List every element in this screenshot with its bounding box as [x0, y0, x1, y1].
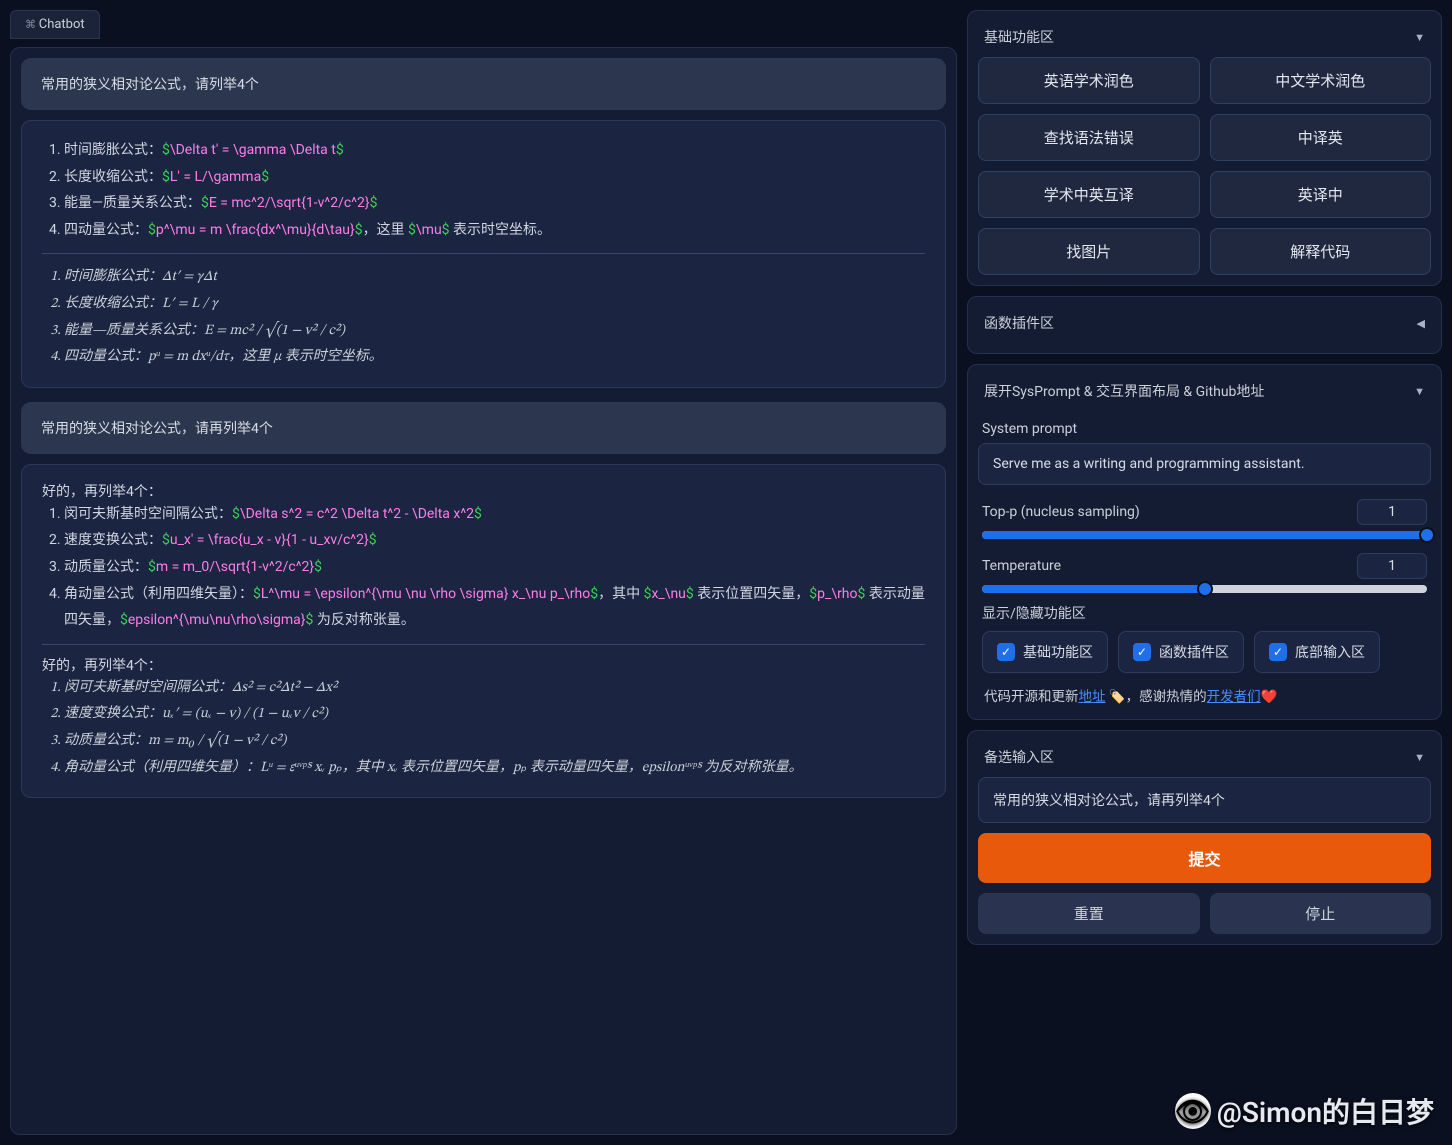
checkbox-label: 底部输入区 [1295, 642, 1365, 662]
formula-rendered-item: 时间膨胀公式：Δt′ = γΔt [64, 264, 925, 291]
repo-link[interactable]: 地址 [1079, 689, 1106, 705]
alt-input-textarea[interactable]: 常用的狭义相对论公式，请再列举4个 [978, 777, 1431, 823]
basic-action-button[interactable]: 查找语法错误 [978, 114, 1200, 161]
section-expand: 展开SysPrompt & 交互界面布局 & Github地址 ▼ System… [967, 364, 1442, 720]
chevron-down-icon: ▼ [1414, 751, 1425, 764]
weibo-eye-icon: 👁 [1175, 1093, 1211, 1129]
topp-slider[interactable] [982, 531, 1427, 539]
section-plugins: 函数插件区 ◀ [967, 296, 1442, 354]
formula-raw-item: 角动量公式（利用四维矢量）：$L^\mu = \epsilon^{\mu \nu… [64, 581, 925, 634]
slider-thumb-icon[interactable] [1197, 581, 1213, 597]
section-basic-title: 基础功能区 [984, 27, 1054, 47]
formula-rendered-item: 长度收缩公式：L′ = L / γ [64, 291, 925, 318]
sysprompt-label: System prompt [982, 421, 1427, 437]
chat-bot-message: 好的，再列举4个： 闵可夫斯基时空间隔公式：$\Delta s^2 = c^2 … [21, 464, 946, 798]
basic-action-button[interactable]: 英语学术润色 [978, 57, 1200, 104]
credits-line: 代码开源和更新地址 🏷️，感谢热情的开发者们❤️ [984, 685, 1425, 705]
section-alt-input: 备选输入区 ▼ 常用的狭义相对论公式，请再列举4个 提交 重置 停止 [967, 730, 1442, 945]
formula-rendered-item: 闵可夫斯基时空间隔公式：Δs² = c²Δt² − Δx² [64, 675, 925, 702]
check-icon: ✓ [1133, 643, 1151, 661]
formula-raw-item: 四动量公式：$p^\mu = m \frac{dx^\mu}{d\tau}$，这… [64, 217, 925, 244]
basic-action-button[interactable]: 中文学术润色 [1210, 57, 1432, 104]
formula-raw-item: 动质量公式：$m = m_0/\sqrt{1-v^2/c^2}$ [64, 554, 925, 581]
topp-label: Top-p (nucleus sampling) [982, 504, 1140, 520]
check-icon: ✓ [997, 643, 1015, 661]
basic-action-button[interactable]: 中译英 [1210, 114, 1432, 161]
basic-action-button[interactable]: 找图片 [978, 228, 1200, 275]
section-alt-input-title: 备选输入区 [984, 747, 1054, 767]
formula-raw-item: 时间膨胀公式：$\Delta t' = \gamma \Delta t$ [64, 137, 925, 164]
formula-raw-item: 长度收缩公式：$L' = L/\gamma$ [64, 164, 925, 191]
checkbox-label: 基础功能区 [1023, 642, 1093, 662]
visibility-checkbox[interactable]: ✓ 底部输入区 [1254, 631, 1380, 673]
section-expand-title: 展开SysPrompt & 交互界面布局 & Github地址 [984, 381, 1264, 401]
formula-rendered-item: 四动量公式：pᵘ = m dxᵘ/dτ，这里 μ 表示时空坐标。 [64, 344, 925, 371]
tab-chatbot[interactable]: Chatbot [10, 10, 100, 39]
chevron-left-icon: ◀ [1417, 317, 1425, 330]
formula-raw-item: 能量—质量关系公式：$E = mc^2/\sqrt{1-v^2/c^2}$ [64, 190, 925, 217]
basic-action-button[interactable]: 学术中英互译 [978, 171, 1200, 218]
section-basic-header[interactable]: 基础功能区 ▼ [978, 21, 1431, 57]
sysprompt-input[interactable]: Serve me as a writing and programming as… [978, 443, 1431, 485]
chevron-down-icon: ▼ [1414, 31, 1425, 44]
watermark: 👁 @Simon的白日梦 [1175, 1091, 1434, 1131]
visibility-checkbox[interactable]: ✓ 基础功能区 [982, 631, 1108, 673]
section-basic: 基础功能区 ▼ 英语学术润色中文学术润色查找语法错误中译英学术中英互译英译中找图… [967, 10, 1442, 286]
temp-label: Temperature [982, 558, 1061, 574]
checkbox-label: 函数插件区 [1159, 642, 1229, 662]
show-hide-title: 显示/隐藏功能区 [982, 603, 1427, 623]
bot-intro-rendered: 好的，再列举4个： [42, 655, 925, 675]
temp-slider[interactable] [982, 585, 1427, 593]
chevron-down-icon: ▼ [1414, 385, 1425, 398]
section-alt-input-header[interactable]: 备选输入区 ▼ [978, 741, 1431, 777]
chat-user-message: 常用的狭义相对论公式，请再列举4个 [21, 402, 946, 454]
section-plugins-title: 函数插件区 [984, 313, 1054, 333]
temp-value-input[interactable]: 1 [1357, 553, 1427, 579]
basic-action-button[interactable]: 英译中 [1210, 171, 1432, 218]
formula-raw-item: 速度变换公式：$u_x' = \frac{u_x - v}{1 - u_xv/c… [64, 527, 925, 554]
chat-user-message: 常用的狭义相对论公式，请列举4个 [21, 58, 946, 110]
slider-thumb-icon[interactable] [1419, 527, 1435, 543]
section-expand-header[interactable]: 展开SysPrompt & 交互界面布局 & Github地址 ▼ [978, 375, 1431, 411]
topp-value-input[interactable]: 1 [1357, 499, 1427, 525]
check-icon: ✓ [1269, 643, 1287, 661]
heart-icon: ❤️ [1261, 689, 1278, 705]
formula-rendered-item: 动质量公式：m = m₀ / √(1 − v² / c²) [64, 728, 925, 755]
visibility-checkbox[interactable]: ✓ 函数插件区 [1118, 631, 1244, 673]
section-plugins-header[interactable]: 函数插件区 ◀ [978, 307, 1431, 343]
formula-rendered-item: 能量—质量关系公式：E = mc² / √(1 − v² / c²) [64, 318, 925, 345]
chat-bot-message: 时间膨胀公式：$\Delta t' = \gamma \Delta t$长度收缩… [21, 120, 946, 388]
formula-raw-item: 闵可夫斯基时空间隔公式：$\Delta s^2 = c^2 \Delta t^2… [64, 501, 925, 528]
submit-button[interactable]: 提交 [978, 833, 1431, 883]
formula-rendered-item: 角动量公式（利用四维矢量）：Lᵘ = εᵘᵛᵖˢ xᵥ pₚ，其中 xᵥ 表示位… [64, 755, 925, 782]
chat-panel: 常用的狭义相对论公式，请列举4个 时间膨胀公式：$\Delta t' = \ga… [10, 47, 957, 1135]
stop-button[interactable]: 停止 [1210, 893, 1432, 934]
bot-intro: 好的，再列举4个： [42, 481, 925, 501]
reset-button[interactable]: 重置 [978, 893, 1200, 934]
basic-action-button[interactable]: 解释代码 [1210, 228, 1432, 275]
contributors-link[interactable]: 开发者们 [1207, 689, 1261, 705]
formula-rendered-item: 速度变换公式：uₓ′ = (uₓ − v) / (1 − uₓv / c²) [64, 701, 925, 728]
